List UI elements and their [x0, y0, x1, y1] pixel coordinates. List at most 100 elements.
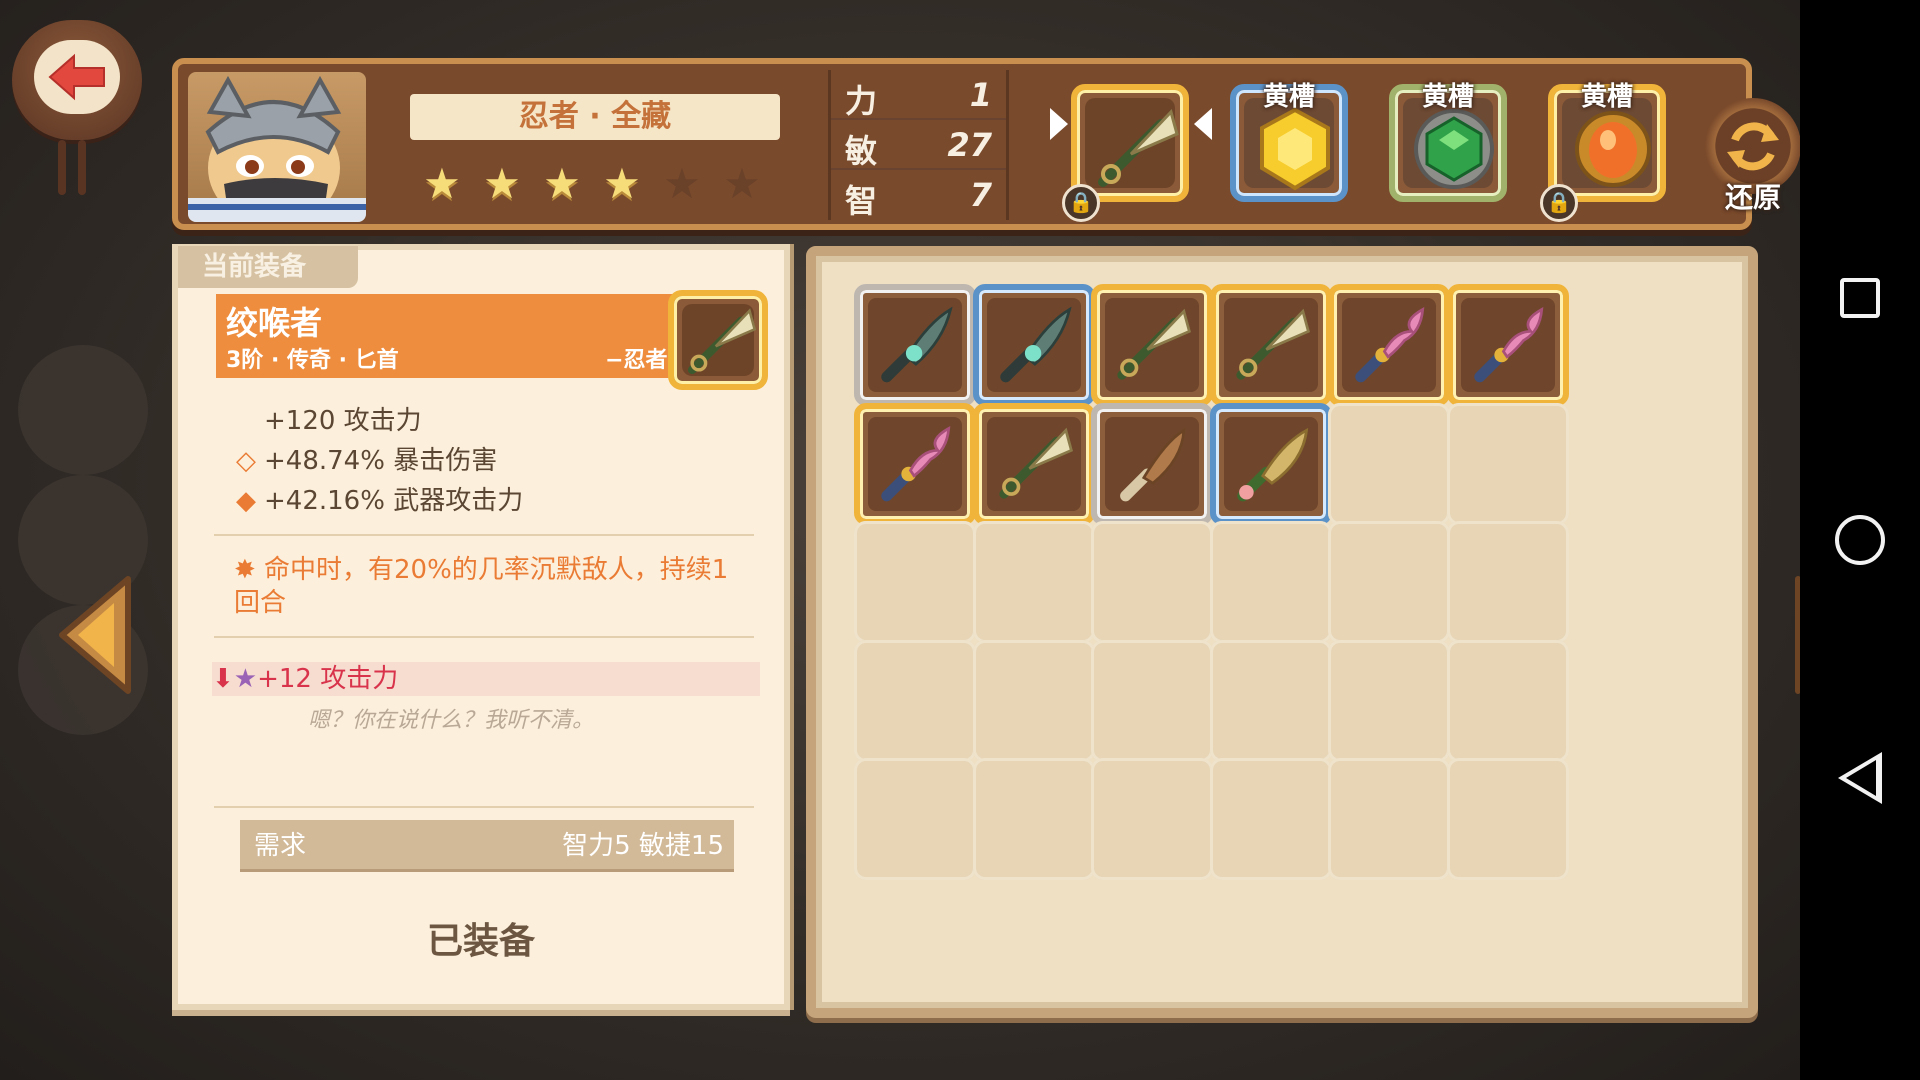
inventory-empty-slot[interactable]: [854, 521, 976, 644]
inventory-item-slot[interactable]: [1209, 402, 1332, 525]
inventory-panel: [806, 246, 1758, 1018]
back-button[interactable]: [12, 20, 142, 140]
stat-agility: 敏 27: [831, 120, 1006, 170]
item-stat-weapon-attack: ◆ +42.16% 武器攻击力: [236, 480, 523, 517]
inventory-empty-slot[interactable]: [1328, 402, 1451, 525]
item-name: 绞喉者: [226, 304, 323, 342]
ninja-cat-portrait-icon: [188, 75, 366, 222]
inventory-item-slot[interactable]: [1328, 284, 1451, 406]
inventory-empty-slot[interactable]: [972, 521, 1095, 644]
star-filled-icon: ★: [423, 159, 461, 208]
hollow-diamond-icon: ◇: [236, 446, 256, 476]
jade-curved-dagger-icon: [881, 306, 953, 383]
prev-hero-arrow-icon[interactable]: [56, 575, 136, 695]
yellow-gem-icon: [1260, 107, 1330, 191]
bone-dagger-icon: [1098, 109, 1179, 187]
inventory-empty-slot[interactable]: [1328, 521, 1451, 644]
stat-value: 1: [969, 76, 992, 114]
star-burst-icon: ✸: [234, 555, 256, 585]
inventory-empty-slot[interactable]: [1447, 639, 1569, 762]
back-button-legs: [52, 140, 92, 200]
inventory-empty-slot[interactable]: [1447, 521, 1569, 644]
inventory-item-slot[interactable]: [854, 402, 976, 525]
gem-slot-1[interactable]: 黄槽: [1230, 82, 1348, 202]
stat-intelligence: 智 7: [831, 170, 1006, 220]
stat-label: 敏: [845, 132, 878, 170]
item-subtitle: 3阶 · 传奇 · 匕首: [226, 348, 399, 373]
inventory-item-slot[interactable]: [972, 284, 1095, 406]
item-thumbnail: [668, 290, 768, 390]
star-empty-icon: ★: [663, 159, 701, 208]
requirement-label: 需求: [254, 831, 307, 861]
inventory-empty-slot[interactable]: [1447, 758, 1569, 881]
wooden-knife-icon: [1120, 427, 1186, 501]
compare-text: +12 攻击力: [257, 664, 399, 694]
bone-dagger-icon: [1117, 308, 1192, 380]
side-nav-faded-1: [18, 345, 148, 475]
down-arrow-icon: ⬇: [212, 664, 234, 694]
inventory-empty-slot[interactable]: [854, 758, 976, 881]
stat-value: 7: [969, 176, 992, 214]
inventory-item-slot[interactable]: [1091, 284, 1214, 406]
hero-portrait[interactable]: [188, 72, 366, 222]
recent-apps-button[interactable]: [1840, 278, 1880, 318]
inventory-empty-slot[interactable]: [972, 758, 1095, 881]
home-button[interactable]: [1835, 515, 1885, 565]
divider: [214, 534, 754, 536]
inventory-empty-slot[interactable]: [1209, 639, 1332, 762]
stat-strength: 力 1: [831, 70, 1006, 120]
inventory-item-slot[interactable]: [854, 284, 976, 406]
back-arrow-icon: [48, 53, 105, 101]
orange-gem-icon: [1575, 111, 1651, 187]
item-skill: ✸ 命中时，有20%的几率沉默敌人，持续1回合: [234, 554, 744, 620]
bone-dagger-icon: [1236, 308, 1310, 380]
diamond-icon: ◆: [236, 486, 256, 516]
item-stat-attack: +120 攻击力: [236, 400, 422, 437]
inventory-empty-slot[interactable]: [1328, 758, 1451, 881]
inventory-empty-slot[interactable]: [972, 639, 1095, 762]
stat-label: 智: [845, 182, 878, 220]
inventory-empty-slot[interactable]: [1209, 758, 1332, 881]
inventory-empty-slot[interactable]: [1209, 521, 1332, 644]
item-title-bar: 绞喉者 3阶 · 传奇 · 匕首 −忍者−: [216, 294, 696, 378]
green-gem-icon: [1414, 109, 1494, 189]
inventory-empty-slot[interactable]: [1447, 402, 1569, 525]
android-nav-bar: [1800, 0, 1920, 1080]
lock-icon: 🔒: [1062, 184, 1100, 222]
hero-header: 忍者 · 全藏 ★ ★ ★ ★ ★ ★ 力 1 敏 27 智 7 🔒 黄槽 黄槽…: [172, 58, 1801, 230]
equip-slot-weapon[interactable]: [1071, 84, 1189, 202]
gem-slot-2[interactable]: 黄槽: [1389, 82, 1507, 202]
stat-text: +48.74% 暴击伤害: [264, 446, 498, 476]
inventory-item-slot[interactable]: [972, 402, 1095, 525]
system-back-button[interactable]: [1838, 752, 1882, 804]
lock-icon: 🔒: [1540, 184, 1578, 222]
inventory-empty-slot[interactable]: [1328, 639, 1451, 762]
inventory-item-slot[interactable]: [1447, 284, 1569, 406]
slot-label: 黄槽: [1262, 82, 1315, 112]
item-stat-crit-damage: ◇ +48.74% 暴击伤害: [236, 440, 497, 477]
inventory-empty-slot[interactable]: [854, 639, 976, 762]
requirement-bar: 需求 智力5 敏捷15: [240, 820, 734, 872]
jade-curved-dagger-icon: [999, 306, 1072, 383]
star-filled-icon: ★: [603, 159, 641, 208]
pink-kris-icon: [881, 425, 951, 501]
star-empty-icon: ★: [723, 159, 761, 208]
divider: [214, 636, 754, 638]
bone-dagger-icon: [687, 308, 757, 375]
pink-kris-icon: [1474, 307, 1544, 383]
bone-dagger-icon: [998, 427, 1073, 499]
inventory-empty-slot[interactable]: [1091, 639, 1214, 762]
inventory-item-slot[interactable]: [1209, 284, 1332, 406]
slot-selected-left-marker-icon: [1050, 108, 1068, 140]
equipped-status: 已装备: [426, 921, 535, 962]
pink-kris-icon: [1355, 307, 1425, 383]
hero-name: 忍者 · 全藏: [410, 94, 780, 140]
inventory-empty-slot[interactable]: [1091, 758, 1214, 881]
inventory-item-slot[interactable]: [1091, 402, 1214, 525]
star-filled-icon: ★: [543, 159, 581, 208]
hero-stats: 力 1 敏 27 智 7: [828, 70, 1009, 220]
requirement-value: 智力5 敏捷15: [562, 831, 724, 861]
inventory-empty-slot[interactable]: [1091, 521, 1214, 644]
flavor-text: 嗯？你在说什么？我听不清。: [308, 708, 595, 733]
star-filled-icon: ★: [483, 159, 521, 208]
